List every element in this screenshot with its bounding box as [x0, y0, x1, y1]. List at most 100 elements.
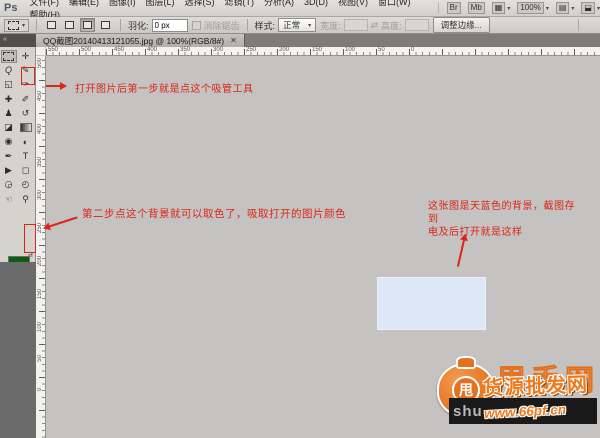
- menu-bar-right-icons: Br Mb ▦ ▾ 100% ▾ ▤ ▾ ⬓ ▾: [437, 2, 600, 14]
- eyedropper-tool[interactable]: ✑: [18, 78, 34, 91]
- height-field: [404, 19, 429, 31]
- divider: [36, 19, 38, 31]
- path-selection-tool-icon: ▶: [5, 165, 12, 176]
- width-label: 宽度:: [320, 20, 341, 31]
- feather-label: 羽化:: [128, 20, 149, 31]
- rectangular-marquee-icon: [8, 20, 19, 30]
- divider: [246, 19, 248, 31]
- history-brush-tool[interactable]: ↺: [18, 107, 34, 120]
- crop-tool[interactable]: ◱: [1, 78, 17, 91]
- eyedropper-tool-icon: ✑: [21, 79, 30, 90]
- watermark-url: www.66pf.cn: [483, 401, 567, 421]
- close-icon[interactable]: ✕: [230, 36, 237, 45]
- rectangular-marquee-tool[interactable]: [0, 49, 17, 63]
- arrange-documents-icon[interactable]: ▦ ▾: [491, 2, 511, 14]
- new-selection-icon[interactable]: [44, 18, 59, 32]
- screen-mode-icon[interactable]: ⬓ ▾: [581, 2, 600, 14]
- menu-item[interactable]: 窗口(W): [373, 0, 416, 7]
- type-tool-icon: T: [22, 151, 29, 162]
- quick-selection-tool[interactable]: ✎: [18, 64, 34, 77]
- ruler-corner: [36, 47, 46, 56]
- menu-item[interactable]: 分析(A): [259, 0, 299, 7]
- subtract-from-selection-icon[interactable]: [80, 18, 96, 32]
- menu-item[interactable]: 视图(V): [333, 0, 373, 7]
- app-background: [0, 262, 36, 438]
- menu-item[interactable]: 选择(S): [179, 0, 219, 7]
- move-tool-icon: ✛: [21, 50, 30, 61]
- type-tool[interactable]: T: [18, 150, 34, 163]
- menu-item[interactable]: 图像(I): [104, 0, 141, 7]
- horizontal-ruler[interactable]: 550 500 450 400 350 300 250 200 150 100 50 0: [46, 47, 600, 56]
- menu-item[interactable]: 滤镜(T): [219, 0, 259, 7]
- pen-tool-icon: ✒: [4, 150, 13, 161]
- crop-tool-icon: ◱: [4, 79, 13, 90]
- brush-tool[interactable]: ✐: [18, 93, 34, 106]
- style-dropdown[interactable]: 正常 ▾: [278, 18, 317, 32]
- hand-tool[interactable]: ☜: [1, 193, 17, 206]
- swap-dimensions-icon: ⇄: [370, 19, 379, 30]
- menu-bar: Ps 文件(F) 编辑(E) 图像(I) 图层(L) 选择(S) 滤镜(T) 分析(A) 3D…: [0, 0, 600, 20]
- eraser-tool[interactable]: ◪: [1, 121, 17, 134]
- move-tool[interactable]: ✛: [18, 50, 34, 63]
- zoom-tool-icon: ⚲: [22, 193, 29, 204]
- spot-healing-brush-tool[interactable]: ✚: [1, 93, 17, 106]
- blur-tool[interactable]: ◉: [1, 135, 17, 148]
- mini-bridge-icon[interactable]: Mb: [467, 2, 485, 14]
- 3d-rotate-tool[interactable]: ◶: [1, 178, 17, 191]
- 3d-camera-tool-icon: ◴: [21, 179, 30, 190]
- menu-item[interactable]: 3D(D): [299, 0, 333, 7]
- photoshop-logo: Ps: [4, 2, 18, 14]
- spot-healing-brush-tool-icon: ✚: [4, 93, 13, 104]
- dodge-tool[interactable]: ◐: [18, 135, 34, 148]
- watermark-url-strip: shu www.66pf.cn: [449, 398, 597, 424]
- document-tab-bar: « QQ截图20140413121055.jpg @ 100%(RGB/8#) …: [0, 34, 600, 47]
- lasso-tool-icon: Q: [4, 65, 12, 76]
- divider: [120, 19, 122, 31]
- tools-panel: ✛ Q ✎ ◱ ✑ ✚ ✐ ♟ ↺ ◪ ◉ ◐ ✒ T ▶ ◻ ◶ ◴ ☜ ⚲ ⇄: [0, 47, 36, 309]
- antialias-checkbox[interactable]: [191, 20, 201, 30]
- eraser-tool-icon: ◪: [4, 122, 13, 133]
- lasso-tool[interactable]: Q: [1, 64, 17, 77]
- chevron-down-icon: ▾: [571, 5, 575, 12]
- vertical-ruler[interactable]: 500 450 400 350 300 250 200 150 100 50 0: [36, 47, 46, 438]
- tool-preset-dropdown[interactable]: ▾: [4, 18, 30, 32]
- history-brush-tool-icon: ↺: [21, 107, 30, 118]
- bridge-icon[interactable]: Br: [446, 2, 461, 14]
- document-tab[interactable]: QQ截图20140413121055.jpg @ 100%(RGB/8#) ✕: [36, 34, 245, 47]
- zoom-level-dropdown[interactable]: 100% ▾: [517, 2, 549, 14]
- rectangle-shape-tool[interactable]: ◻: [18, 164, 34, 177]
- clone-stamp-tool[interactable]: ♟: [1, 107, 17, 120]
- document-tab-title: QQ截图20140413121055.jpg @ 100%(RGB/8#): [43, 35, 225, 46]
- tools-panel-header[interactable]: «: [0, 34, 36, 47]
- photoshop-window: Ps 文件(F) 编辑(E) 图像(I) 图层(L) 选择(S) 滤镜(T) 分析(A) 3D…: [0, 0, 600, 438]
- quick-selection-tool-icon: ✎: [21, 64, 30, 75]
- refine-edge-button[interactable]: 调整边缘...: [432, 17, 490, 33]
- menu-item[interactable]: 图层(L): [140, 0, 179, 7]
- divider: [578, 19, 579, 31]
- tools-grid: ✛ Q ✎ ◱ ✑ ✚ ✐ ♟ ↺ ◪ ◉ ◐ ✒ T ▶ ◻ ◶ ◴ ☜ ⚲: [0, 47, 35, 206]
- chevron-down-icon: ▾: [308, 22, 312, 29]
- style-value: 正常: [283, 20, 301, 30]
- blur-tool-icon: ◉: [4, 136, 13, 147]
- pen-tool[interactable]: ✒: [1, 150, 17, 163]
- selection-mode-buttons: [44, 18, 113, 32]
- width-field: [343, 19, 368, 31]
- gradient-tool[interactable]: [18, 121, 34, 134]
- feather-input[interactable]: [151, 18, 188, 32]
- rectangle-shape-tool-icon: ◻: [21, 165, 30, 176]
- chevron-down-icon: ▾: [22, 22, 26, 29]
- style-label: 样式:: [254, 20, 276, 31]
- 3d-rotate-tool-icon: ◶: [4, 179, 13, 190]
- watermark: 甩手网 甩 货源批发网 shu www.66pf.cn: [433, 356, 600, 434]
- chevron-down-icon: ▾: [507, 5, 511, 12]
- intersect-selection-icon[interactable]: [98, 18, 113, 32]
- 3d-camera-tool[interactable]: ◴: [18, 178, 34, 191]
- path-selection-tool[interactable]: ▶: [1, 164, 17, 177]
- add-to-selection-icon[interactable]: [62, 18, 77, 32]
- workspace-switcher-icon[interactable]: ▤ ▾: [555, 2, 575, 14]
- menu-item[interactable]: 编辑(E): [64, 0, 104, 7]
- brush-tool-icon: ✐: [21, 93, 30, 104]
- watermark-brand: 货源批发网: [482, 374, 589, 400]
- zoom-tool[interactable]: ⚲: [18, 193, 34, 206]
- menu-item[interactable]: 文件(F): [24, 0, 64, 7]
